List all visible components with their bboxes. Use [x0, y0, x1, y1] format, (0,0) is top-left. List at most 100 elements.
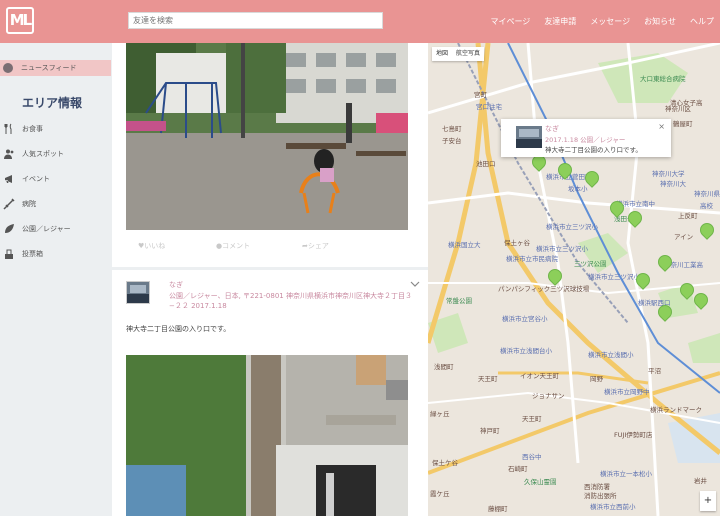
people-icon — [3, 148, 15, 160]
map-background — [428, 43, 720, 516]
map-label: 鶴屋町 — [673, 120, 693, 128]
map-label: 浅間町 — [434, 363, 454, 371]
post-meta: 公園／レジャー、日本, 〒221-0801 神奈川県横浜市神奈川区神大寺２丁目３… — [169, 292, 412, 310]
nav-notifications[interactable]: お知らせ — [644, 16, 676, 27]
map-label: イオン天王町 — [520, 372, 559, 380]
sidebar-item-food[interactable]: お食事 — [0, 121, 110, 137]
map-zoom-in-button[interactable]: + — [700, 491, 716, 511]
area-map[interactable]: 地図 航空写真 大口東総合病院 宮町 宮口住宅 七島町 子安台 神奈川区 鶴屋町… — [428, 43, 720, 516]
sidebar-item-parks[interactable]: 公園／レジャー — [0, 221, 110, 237]
comment-button[interactable]: ●コメント — [216, 241, 250, 251]
map-label: 久保山霊園 — [524, 478, 557, 486]
syringe-icon — [3, 198, 15, 210]
popup-meta: 2017.1.18 公園／レジャー — [545, 136, 626, 144]
map-label: 横浜市立三ツ沢小 — [536, 245, 588, 253]
sidebar-item-label: ニュースフィード — [21, 64, 77, 72]
top-nav: マイページ 友達申請 メッセージ お知らせ ヘルプ — [490, 0, 714, 43]
map-label: 横浜市立浅間台小 — [500, 347, 552, 355]
map-label: 平沼 — [648, 367, 661, 375]
post-card: なぎ 公園／レジャー、日本, 〒221-0801 神奈川県横浜市神奈川区神大寺２… — [112, 270, 428, 516]
avatar[interactable] — [126, 281, 150, 304]
top-bar: ML マイページ 友達申請 メッセージ お知らせ ヘルプ — [0, 0, 720, 43]
like-button[interactable]: ♥いいね — [138, 241, 165, 251]
map-label: 宮口住宅 — [476, 103, 502, 111]
nav-messages[interactable]: メッセージ — [590, 16, 630, 27]
map-label: 池田口 — [476, 160, 496, 168]
area-info-heading: エリア情報 — [22, 96, 83, 110]
map-label: 神戸町 — [480, 427, 500, 435]
comment-label: コメント — [222, 242, 251, 250]
news-feed: ♥いいね ●コメント ➦シェア なぎ 公園／レジャー、日本, 〒221-0801… — [112, 43, 428, 516]
map-label: 横浜市立一本松小 — [600, 470, 652, 478]
map-label: 子安台 — [442, 137, 462, 145]
nav-friend-requests[interactable]: 友達申請 — [544, 16, 576, 27]
map-label: 横浜ランドマーク — [650, 406, 702, 414]
newsfeed-icon — [3, 63, 13, 73]
map-label: 石崎町 — [508, 465, 528, 473]
map-label: 上反町 — [678, 212, 698, 220]
sidebar-item-newsfeed[interactable]: ニュースフィード — [0, 60, 111, 76]
map-label: 緑ヶ丘 — [430, 410, 450, 418]
share-label: シェア — [307, 242, 329, 250]
share-button[interactable]: ➦シェア — [302, 241, 329, 251]
post-photo-park-entrance[interactable] — [126, 355, 408, 516]
map-label: 横浜市立三ツ沢小 — [588, 273, 640, 281]
utensils-icon — [3, 123, 15, 135]
sidebar-item-events[interactable]: イベント — [0, 171, 110, 187]
map-label: 天王町 — [522, 415, 542, 423]
friend-search-input[interactable] — [128, 12, 383, 29]
sidebar-item-label: 病院 — [22, 200, 36, 208]
sidebar-item-label: お食事 — [22, 125, 43, 133]
map-label: 高校 — [700, 202, 713, 210]
nav-mypage[interactable]: マイページ — [490, 16, 530, 27]
leaf-icon — [3, 223, 15, 235]
map-label: ジョナサン — [532, 392, 565, 400]
map-label: 横浜市立市民病院 — [506, 255, 558, 263]
post-text: 神大寺二丁目公園の入り口です。 — [126, 325, 231, 333]
map-label: 三ツ沢公園 — [574, 260, 607, 268]
megaphone-icon — [3, 173, 15, 185]
map-label: 横浜市立宮谷小 — [502, 315, 548, 323]
map-label: FUJI伊勢町店 — [614, 431, 653, 439]
map-label: 常盤公園 — [446, 297, 472, 305]
chevron-down-icon[interactable] — [410, 279, 420, 289]
sidebar-item-hospital[interactable]: 病院 — [0, 196, 110, 212]
popup-thumbnail[interactable] — [516, 126, 542, 148]
map-label: 大口東総合病院 — [640, 75, 686, 83]
map-label: 横浜市立西前小 — [590, 503, 636, 511]
map-label: 神奈川県立 — [694, 190, 720, 198]
map-label: 宮町 — [474, 91, 487, 99]
map-label: 神奈川大 — [660, 180, 686, 188]
map-label: 西谷中 — [522, 453, 542, 461]
map-label: 横浜市立浅間小 — [588, 351, 634, 359]
map-label: 藤棚町 — [488, 505, 508, 513]
sidebar-item-label: 投票箱 — [22, 250, 43, 258]
map-label: 清心女子高 — [670, 99, 703, 107]
nav-help[interactable]: ヘルプ — [690, 16, 714, 27]
popup-close-button[interactable]: × — [658, 122, 665, 131]
sidebar-item-popular-spots[interactable]: 人気スポット — [0, 146, 110, 162]
ballot-box-icon — [3, 248, 15, 260]
sidebar-item-ballot[interactable]: 投票箱 — [0, 246, 110, 262]
sidebar-item-label: 人気スポット — [22, 150, 64, 158]
map-label: 岩井 — [694, 477, 707, 485]
map-label: 坂本小 — [568, 185, 588, 193]
map-label: 保土ヶ谷 — [504, 239, 530, 247]
map-label: 岡野 — [590, 375, 603, 383]
app-logo[interactable]: ML — [6, 7, 34, 34]
map-label: 横浜国立大 — [448, 241, 481, 249]
sidebar: ニュースフィード エリア情報 お食事 人気スポット イベント 病院 公園／レジャ… — [0, 43, 112, 516]
post-author[interactable]: なぎ — [169, 280, 183, 290]
map-label: 保土ケ谷 — [432, 459, 458, 467]
map-label: 横浜市立岡野中 — [604, 388, 650, 396]
like-label: いいね — [144, 242, 166, 250]
map-type-satellite[interactable]: 航空写真 — [452, 47, 484, 61]
map-label: 神奈川大学 — [652, 170, 685, 178]
map-label: 消防出張所 — [584, 492, 617, 500]
map-type-roadmap[interactable]: 地図 — [432, 47, 452, 61]
map-info-popup: なぎ 2017.1.18 公園／レジャー 神大寺二丁目公園の入り口です。 × — [501, 119, 671, 157]
map-type-control: 地図 航空写真 — [432, 47, 485, 61]
map-label: パンパシフィック三ツ沢球技場 — [498, 285, 590, 293]
popup-author[interactable]: なぎ — [545, 124, 559, 134]
post-photo-playground[interactable] — [126, 43, 408, 230]
